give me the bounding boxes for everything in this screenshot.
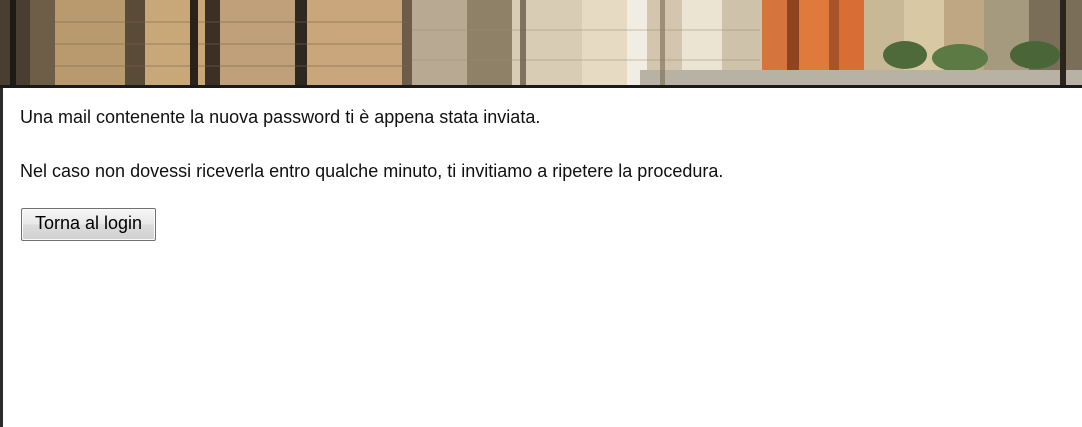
header-banner-image	[0, 0, 1082, 88]
retry-instructions-message: Nel caso non dovessi riceverla entro qua…	[20, 161, 724, 181]
main-content: Una mail contenente la nuova password ti…	[20, 105, 1072, 241]
password-sent-message: Una mail contenente la nuova password ti…	[20, 107, 541, 127]
back-to-login-button[interactable]: Torna al login	[21, 208, 157, 241]
